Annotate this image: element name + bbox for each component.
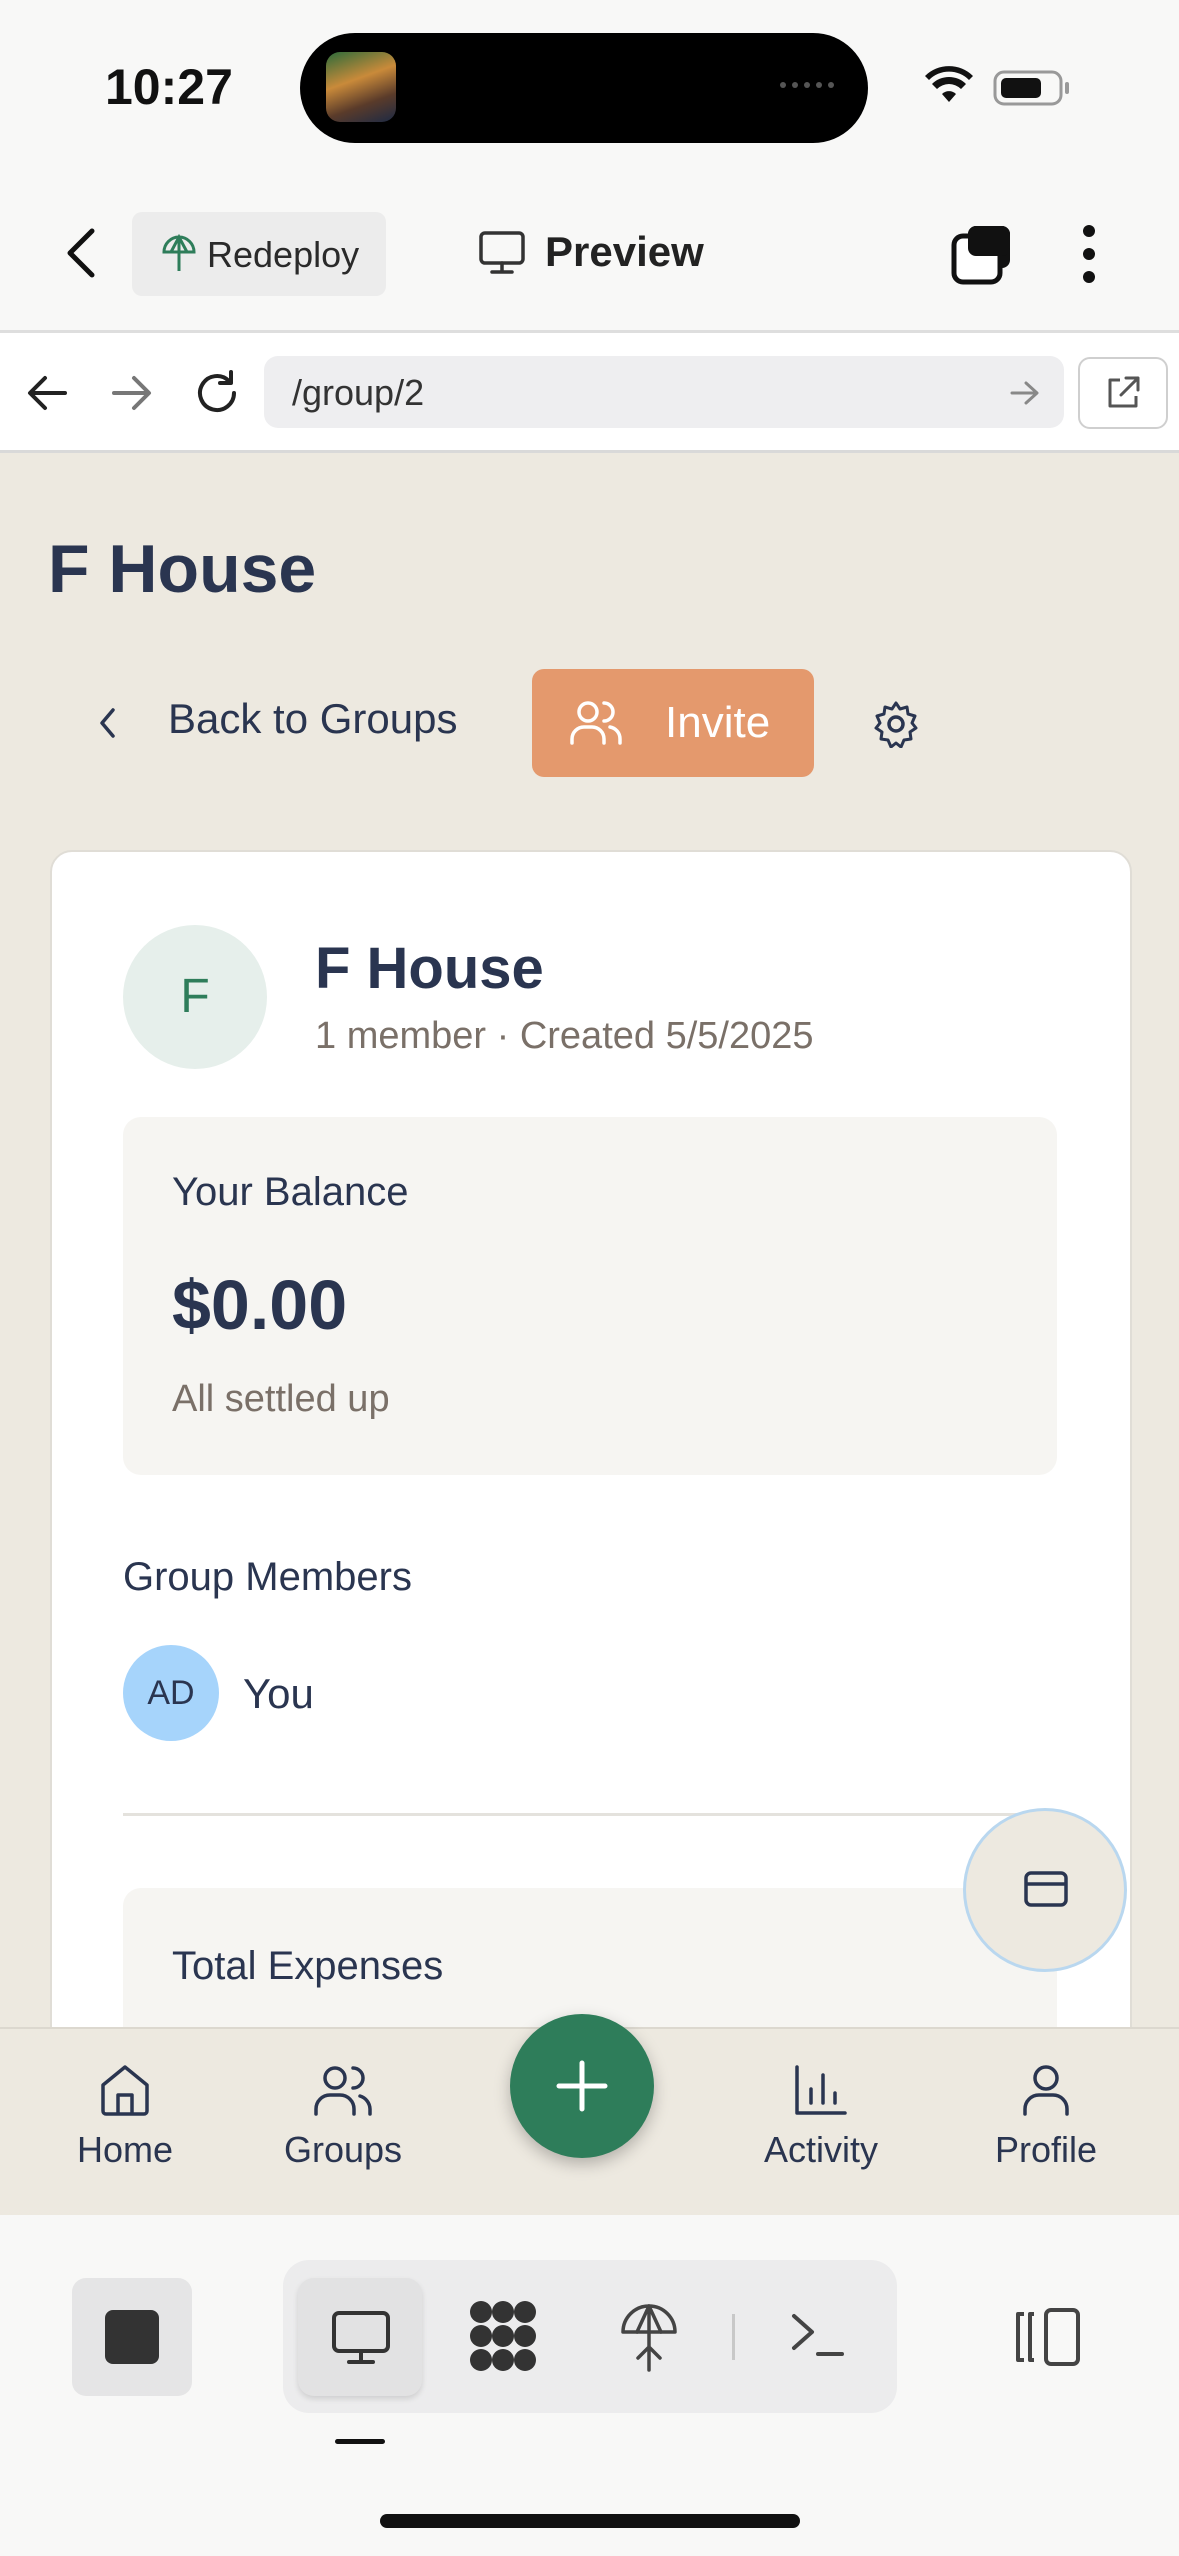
- nav-profile[interactable]: Profile: [946, 2063, 1146, 2171]
- split-view-icon[interactable]: [1012, 2306, 1082, 2368]
- workspace-icon[interactable]: [465, 2298, 541, 2374]
- balance-label: Your Balance: [172, 1170, 409, 1214]
- nav-activity[interactable]: Activity: [721, 2063, 921, 2171]
- member-name: You: [243, 1670, 314, 1717]
- users-icon: [314, 2066, 372, 2116]
- nav-profile-label: Profile: [994, 2129, 1098, 2170]
- stop-icon: [105, 2310, 159, 2364]
- stop-button[interactable]: [72, 2278, 192, 2396]
- redeploy-icon: [162, 234, 196, 271]
- nav-activity-label: Activity: [763, 2129, 878, 2170]
- tab-separator: [732, 2314, 735, 2360]
- group-meta: 1 member · Created 5/5/2025: [315, 1015, 814, 1057]
- back-to-groups-label: Back to Groups: [168, 695, 458, 742]
- go-arrow-icon[interactable]: [1010, 380, 1040, 406]
- activity-dots-icon: [780, 82, 834, 88]
- preview-tab-label[interactable]: Preview: [545, 228, 704, 276]
- credit-card-icon: [1024, 1871, 1068, 1907]
- group-name: F House: [315, 936, 544, 1001]
- balance-amount: $0.00: [172, 1266, 348, 1344]
- group-avatar: F: [123, 925, 267, 1069]
- nav-groups[interactable]: Groups: [243, 2063, 443, 2171]
- active-tab-indicator: [335, 2439, 385, 2444]
- back-to-groups-link[interactable]: Back to Groups: [168, 695, 457, 743]
- bar-chart-icon: [795, 2065, 847, 2115]
- home-indicator: [380, 2514, 800, 2528]
- add-expense-fab[interactable]: [963, 1808, 1127, 1972]
- members-heading: Group Members: [123, 1555, 412, 1599]
- invite-button[interactable]: Invite: [532, 669, 814, 777]
- status-time: 10:27: [105, 59, 233, 115]
- member-avatar: AD: [123, 1645, 219, 1741]
- wifi-icon: [925, 66, 973, 102]
- add-button[interactable]: [510, 2014, 654, 2158]
- url-field[interactable]: /group/2: [264, 356, 1064, 428]
- monitor-icon: [332, 2311, 390, 2364]
- plus-icon: [556, 2060, 608, 2112]
- tab-preview[interactable]: [298, 2278, 422, 2396]
- tabs-switcher-icon[interactable]: [950, 222, 1016, 286]
- home-icon: [101, 2065, 149, 2116]
- nav-home[interactable]: Home: [25, 2063, 225, 2171]
- users-icon: [570, 701, 622, 745]
- monitor-icon: [479, 231, 525, 274]
- more-options-icon[interactable]: [1078, 222, 1100, 286]
- settings-gear-icon[interactable]: [872, 700, 920, 748]
- total-expenses-label: Total Expenses: [172, 1944, 444, 1988]
- page-title: F House: [48, 531, 317, 607]
- now-playing-artwork[interactable]: [326, 52, 396, 122]
- user-icon: [1023, 2065, 1069, 2116]
- deploy-icon[interactable]: [618, 2298, 680, 2374]
- terminal-icon[interactable]: [790, 2310, 846, 2360]
- redeploy-button[interactable]: Redeploy: [132, 212, 386, 296]
- section-divider: [123, 1813, 1057, 1816]
- browser-back-icon[interactable]: [25, 373, 69, 413]
- url-text: /group/2: [292, 372, 425, 413]
- open-external-button[interactable]: [1078, 357, 1168, 429]
- battery-icon: [993, 70, 1069, 106]
- external-link-icon: [1108, 376, 1140, 408]
- redeploy-label: Redeploy: [207, 234, 360, 275]
- nav-home-label: Home: [76, 2129, 174, 2170]
- balance-status: All settled up: [172, 1378, 390, 1420]
- chevron-left-icon[interactable]: [98, 706, 118, 740]
- browser-forward-icon[interactable]: [110, 373, 154, 413]
- invite-label: Invite: [665, 698, 771, 747]
- back-chevron-icon[interactable]: [62, 225, 102, 281]
- nav-groups-label: Groups: [283, 2129, 403, 2170]
- reload-icon[interactable]: [192, 368, 242, 418]
